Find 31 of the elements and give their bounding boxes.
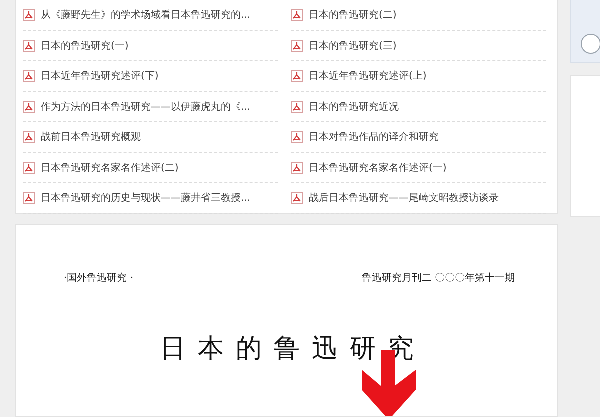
pdf-icon	[291, 162, 303, 174]
document-link[interactable]: 日本鲁迅研究的历史与现状——藤井省三教授...	[41, 191, 251, 206]
document-link[interactable]: 日本鲁迅研究名家名作述评(二)	[41, 160, 179, 175]
pdf-icon	[291, 192, 303, 204]
document-link[interactable]: 日本的鲁迅研究(三)	[309, 38, 397, 53]
pdf-icon	[291, 100, 303, 113]
document-link[interactable]: 日本近年鲁迅研究述评(上)	[309, 69, 427, 84]
document-link[interactable]: 战前日本鲁迅研究概观	[41, 130, 141, 144]
pdf-icon	[23, 131, 35, 144]
document-link[interactable]: 日本鲁迅研究名家名作述评(一)	[309, 160, 447, 175]
pdf-icon	[291, 40, 303, 52]
pdf-icon	[23, 192, 35, 204]
pdf-icon	[291, 131, 303, 144]
pdf-icon	[23, 9, 35, 22]
document-link[interactable]: 战后日本鲁迅研究——尾崎文昭教授访谈录	[309, 191, 499, 206]
running-header: 鲁迅研究月刊二 〇〇〇年第十一期	[362, 272, 515, 285]
pdf-icon	[291, 9, 303, 22]
document-link[interactable]: 日本的鲁迅研究近况	[309, 100, 399, 114]
pdf-icon	[23, 70, 35, 82]
pdf-icon	[23, 100, 35, 113]
document-link[interactable]: 日本近年鲁迅研究述评(下)	[41, 69, 159, 84]
pdf-icon	[291, 70, 303, 82]
document-link[interactable]: 从《藤野先生》的学术场域看日本鲁迅研究的...	[41, 8, 251, 22]
document-link[interactable]: 日本的鲁迅研究(二)	[309, 8, 397, 22]
document-link[interactable]: 日本的鲁迅研究(一)	[41, 38, 129, 53]
running-header: ·国外鲁迅研究 ·	[64, 272, 134, 285]
pdf-icon	[23, 162, 35, 174]
circle-button[interactable]	[581, 34, 600, 54]
pdf-icon	[23, 40, 35, 52]
document-link[interactable]: 日本对鲁迅作品的译介和研究	[309, 130, 439, 144]
document-link[interactable]: 作为方法的日本鲁迅研究——以伊藤虎丸的《...	[41, 100, 251, 114]
